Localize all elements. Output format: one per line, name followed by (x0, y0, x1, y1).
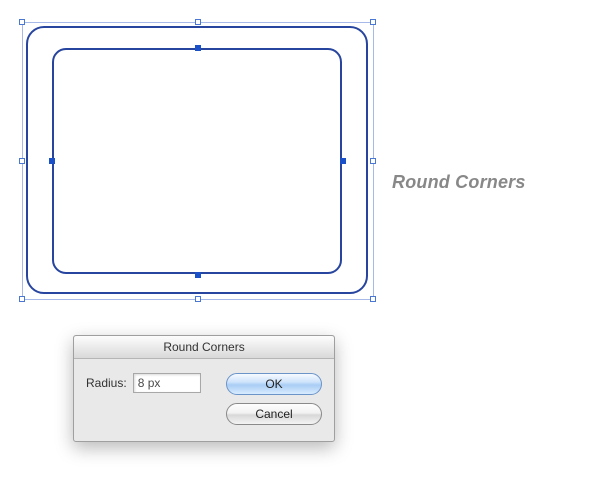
resize-handle-n[interactable] (195, 19, 201, 25)
resize-handle-e[interactable] (370, 158, 376, 164)
rounded-rect-inner[interactable] (52, 48, 342, 274)
resize-handle-s[interactable] (195, 296, 201, 302)
round-corners-dialog: Round Corners Radius: OK Cancel (73, 335, 335, 442)
ok-button[interactable]: OK (226, 373, 322, 395)
resize-handle-se[interactable] (370, 296, 376, 302)
radius-row: Radius: (86, 373, 201, 393)
caption-text: Round Corners (392, 172, 526, 193)
resize-handle-sw[interactable] (19, 296, 25, 302)
anchor-point[interactable] (49, 158, 55, 164)
resize-handle-ne[interactable] (370, 19, 376, 25)
anchor-point[interactable] (195, 45, 201, 51)
resize-handle-w[interactable] (19, 158, 25, 164)
dialog-buttons: OK Cancel (206, 373, 322, 425)
artboard[interactable] (12, 12, 382, 312)
resize-handle-nw[interactable] (19, 19, 25, 25)
anchor-point[interactable] (195, 272, 201, 278)
dialog-body: Radius: OK Cancel (74, 359, 334, 441)
dialog-title: Round Corners (74, 336, 334, 359)
radius-label: Radius: (86, 376, 127, 390)
anchor-point[interactable] (340, 158, 346, 164)
radius-input[interactable] (133, 373, 201, 393)
cancel-button[interactable]: Cancel (226, 403, 322, 425)
